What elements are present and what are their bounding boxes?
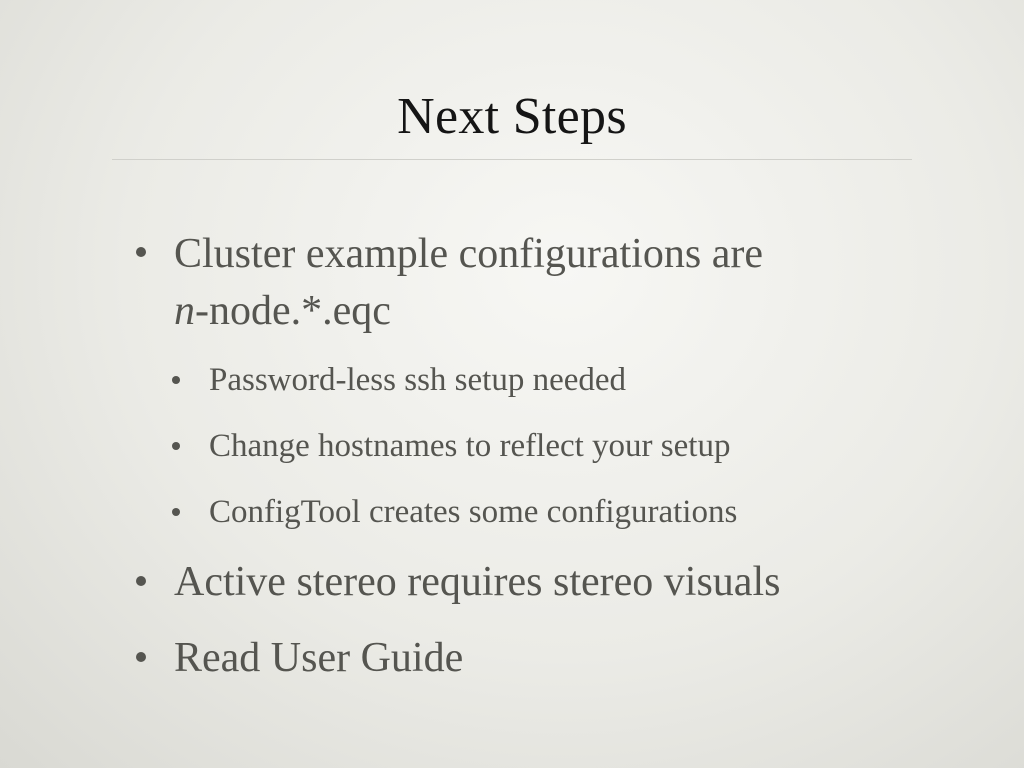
bullet-text-line1: Cluster example configurations are (174, 231, 763, 277)
sub-bullet-text: Password-less ssh setup needed (209, 362, 627, 398)
slide: Next Steps Cluster example configuration… (0, 0, 1024, 768)
sub-bullet-dot (172, 508, 180, 516)
sub-bullet-text: ConfigTool creates some configurations (209, 494, 738, 530)
bullet-dot (136, 247, 146, 257)
sub-bullet-dot (172, 376, 180, 384)
bullet-text: Read User Guide (174, 635, 464, 681)
bullet-text-line2: n-node.*.eqc (174, 283, 391, 339)
italic-n: n (174, 288, 195, 334)
filename-suffix: -node.*.eqc (195, 288, 391, 334)
bullet-text: Active stereo requires stereo visuals (174, 559, 781, 605)
slide-title: Next Steps (397, 88, 627, 145)
bullet-dot (136, 652, 146, 662)
bullet-dot (136, 576, 146, 586)
title-divider (112, 159, 912, 160)
sub-bullet-text: Change hostnames to reflect your setup (209, 428, 731, 464)
sub-bullet-dot (172, 442, 180, 450)
